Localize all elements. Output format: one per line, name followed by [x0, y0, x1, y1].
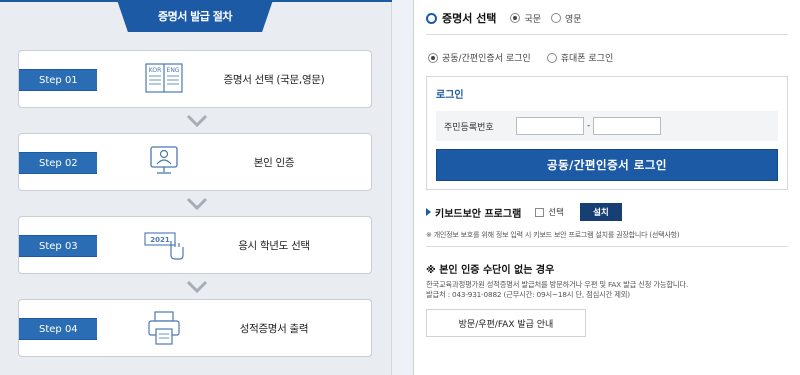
login-box: 로그인 주민등록번호 - 공동/간편인증서 로그인 — [426, 76, 788, 190]
radio-cert-login[interactable] — [428, 52, 438, 63]
step-label: 성적증명서 출력 — [239, 322, 309, 335]
resident-number-front-input[interactable] — [516, 117, 584, 135]
svg-text:ENG: ENG — [167, 67, 180, 74]
radio-korean[interactable] — [510, 13, 521, 23]
keyboard-select-label[interactable]: 선택 — [548, 206, 564, 218]
login-title: 로그인 — [436, 90, 464, 101]
section-bullet-icon — [426, 12, 437, 24]
svg-text:KOR: KOR — [149, 67, 162, 74]
alt-auth-description: 한국교육과정평가원 성적증명서 발급처를 방문하거나 우편 및 FAX 발급 신… — [426, 280, 688, 300]
step-badge: Step 01 — [19, 69, 97, 91]
step-label: 응시 학년도 선택 — [238, 239, 310, 252]
cert-login-button[interactable]: 공동/간편인증서 로그인 — [436, 149, 778, 181]
monitor-user-icon — [150, 146, 178, 174]
resident-number-back-input[interactable] — [593, 117, 662, 135]
alt-auth-title: ※ 본인 인증 수단이 없는 경우 — [426, 265, 555, 276]
resident-number-dash: - — [587, 121, 591, 131]
keyboard-security-title: 키보드보안 프로그램 — [435, 208, 522, 220]
step-badge: Step 02 — [19, 152, 97, 174]
keyboard-security-row: 키보드보안 프로그램 선택 설치 — [426, 203, 622, 221]
resident-number-label: 주민등록번호 — [444, 122, 494, 133]
alt-auth-line-1: 한국교육과정평가원 성적증명서 발급처를 방문하거나 우편 및 FAX 발급 신… — [426, 280, 689, 289]
step-label: 증명서 선택 (국문,영문) — [223, 73, 325, 86]
printer-icon — [148, 311, 180, 345]
certificate-form-panel: 증명서 선택 국문 영문 공동/간편인증서 로그인 휴대폰 로그인 로그인 주민… — [413, 0, 800, 375]
login-type-row: 공동/간편인증서 로그인 휴대폰 로그인 — [428, 51, 613, 64]
visit-mail-fax-guide-button[interactable]: 방문/우편/FAX 발급 안내 — [426, 309, 586, 337]
radio-korean-label[interactable]: 국문 — [524, 12, 541, 25]
step-card-4: Step 04 성적증명서 출력 — [18, 299, 372, 357]
procedure-title-tab: 증명서 발급 절차 — [117, 0, 273, 32]
year-click-icon: 2021 — [144, 232, 184, 260]
book-kor-eng-icon: KOR ENG — [145, 63, 183, 93]
step-badge: Step 04 — [19, 318, 97, 340]
radio-phone-login[interactable] — [546, 52, 557, 63]
alt-auth-line-2: 발급처 : 043-931-0882 (근무시간: 09시~18시 단, 점심시… — [426, 290, 630, 299]
cert-select-title: 증명서 선택 — [442, 12, 497, 25]
step-card-1: Step 01 KOR ENG 증명서 선택 (국문,영문) — [18, 50, 372, 108]
keyboard-note: ※ 개인정보 보호를 위해 정보 입력 시 키보드 보안 프로그램 설치를 권장… — [426, 231, 680, 239]
procedure-panel: 증명서 발급 절차 Step 01 KOR ENG 증명서 선택 (국문,영문)… — [0, 0, 392, 375]
radio-english[interactable] — [551, 13, 561, 23]
chevron-down-icon — [186, 197, 208, 211]
bullet-arrow-icon — [426, 208, 431, 216]
divider — [426, 34, 788, 35]
procedure-title: 증명서 발급 절차 — [158, 10, 233, 23]
chevron-down-icon — [186, 280, 208, 294]
chevron-down-icon — [186, 114, 208, 128]
step-badge: Step 03 — [19, 235, 97, 257]
radio-phone-login-label[interactable]: 휴대폰 로그인 — [561, 51, 614, 64]
radio-cert-login-label[interactable]: 공동/간편인증서 로그인 — [442, 51, 531, 64]
svg-text:2021: 2021 — [150, 236, 170, 244]
cert-select-row: 증명서 선택 국문 영문 — [426, 10, 582, 26]
resident-number-row: 주민등록번호 - — [436, 111, 778, 141]
install-button[interactable]: 설치 — [579, 203, 622, 221]
divider — [426, 246, 788, 247]
step-label: 본인 인증 — [253, 156, 295, 169]
radio-english-label[interactable]: 영문 — [565, 12, 582, 25]
step-card-2: Step 02 본인 인증 — [18, 133, 372, 191]
step-card-3: Step 03 2021 응시 학년도 선택 — [18, 216, 372, 274]
keyboard-select-checkbox[interactable] — [535, 207, 545, 217]
